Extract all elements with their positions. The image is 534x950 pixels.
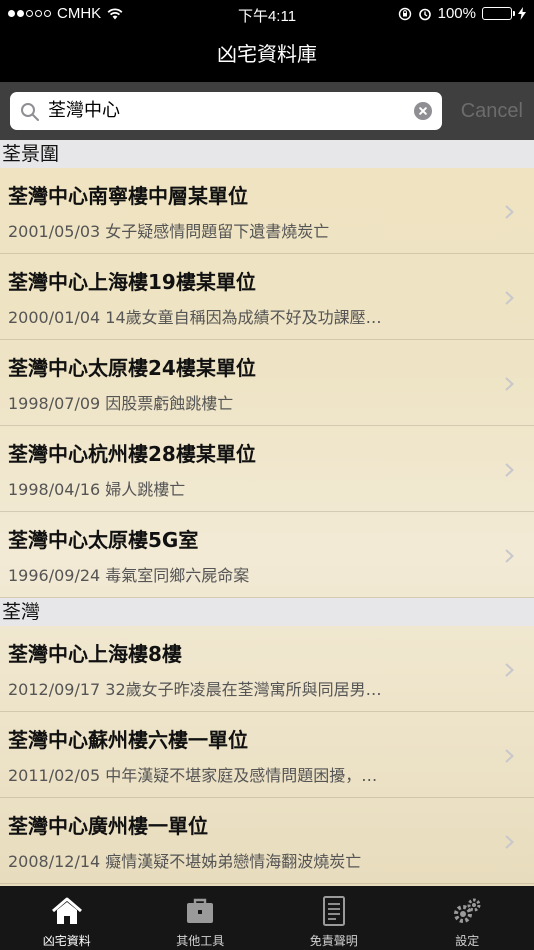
item-title: 荃灣中心上海樓19樓某單位 <box>8 270 256 294</box>
chevron-right-icon <box>505 205 514 219</box>
item-title: 荃灣中心蘇州樓六樓一單位 <box>8 728 248 752</box>
item-subtitle: 2001/05/03 女子疑感情問題留下遺書燒炭亡 <box>8 222 330 241</box>
tab-label: 凶宅資料 <box>42 934 91 948</box>
item-subtitle: 2011/02/05 中年漢疑不堪家庭及感情問題困擾，… <box>8 766 378 785</box>
results-list[interactable]: 荃景圍 荃灣中心南寧樓中層某單位 2001/05/03 女子疑感情問題留下遺書燒… <box>0 140 534 886</box>
charging-icon <box>518 7 526 20</box>
item-subtitle: 1996/09/24 毒氣室同鄉六屍命案 <box>8 566 250 585</box>
item-title: 荃灣中心上海樓8樓 <box>8 642 182 666</box>
gears-icon <box>454 898 481 923</box>
tab-label: 免責聲明 <box>309 934 358 948</box>
list-item[interactable]: 荃灣中心太原樓24樓某單位 1998/07/09 因股票虧蝕跳樓亡 <box>0 340 534 426</box>
alarm-icon <box>418 8 431 20</box>
cancel-button[interactable]: Cancel <box>461 92 523 130</box>
document-icon <box>322 896 345 926</box>
chevron-right-icon <box>505 291 514 305</box>
item-subtitle: 2012/09/17 32歲女子昨凌晨在荃灣寓所與同居男… <box>8 680 382 699</box>
item-subtitle: 2008/12/14 癡情漢疑不堪姊弟戀情海翻波燒炭亡 <box>8 852 362 871</box>
item-title: 荃灣中心廣州樓一單位 <box>8 814 208 838</box>
tab-label: 其他工具 <box>176 934 225 948</box>
item-subtitle: 2000/01/04 14歲女童自稱因為成績不好及功課壓… <box>8 308 382 327</box>
search-input[interactable]: 荃灣中心 <box>10 92 442 130</box>
list-item[interactable]: 荃灣中心南寧樓中層某單位 2001/05/03 女子疑感情問題留下遺書燒炭亡 <box>0 168 534 254</box>
item-title: 荃灣中心杭州樓28樓某單位 <box>8 442 256 466</box>
tab-other-tools[interactable]: 其他工具 <box>134 886 268 950</box>
search-value[interactable]: 荃灣中心 <box>48 92 120 130</box>
list-item[interactable]: 荃灣中心上海樓19樓某單位 2000/01/04 14歲女童自稱因為成績不好及功… <box>0 254 534 340</box>
tab-haunted-data[interactable]: 凶宅資料 <box>0 886 134 950</box>
section-header: 荃灣 <box>0 598 534 626</box>
list-item[interactable]: 荃灣中心廣州樓一單位 2008/12/14 癡情漢疑不堪姊弟戀情海翻波燒炭亡 <box>0 798 534 884</box>
search-icon <box>21 103 39 121</box>
list-item[interactable]: 荃灣中心杭州樓28樓某單位 1998/04/16 婦人跳樓亡 <box>0 426 534 512</box>
item-title: 荃灣中心太原樓24樓某單位 <box>8 356 256 380</box>
briefcase-icon <box>187 898 214 923</box>
chevron-right-icon <box>505 749 514 763</box>
tab-settings[interactable]: 設定 <box>401 886 534 950</box>
home-icon <box>51 897 82 924</box>
chevron-right-icon <box>505 663 514 677</box>
status-bar: CMHK 下午4:11 100% <box>0 0 534 28</box>
item-title: 荃灣中心太原樓5G室 <box>8 528 199 552</box>
item-subtitle: 1998/04/16 婦人跳樓亡 <box>8 480 186 499</box>
nav-title: 凶宅資料庫 <box>0 28 534 82</box>
chevron-right-icon <box>505 549 514 563</box>
tab-disclaimer[interactable]: 免責聲明 <box>267 886 401 950</box>
item-title: 荃灣中心南寧樓中層某單位 <box>8 184 248 208</box>
battery-percent: 100% <box>437 5 476 22</box>
tab-bar: 凶宅資料 其他工具 免責聲明 設定 <box>0 886 534 950</box>
section-header: 荃景圍 <box>0 140 534 168</box>
chevron-right-icon <box>505 835 514 849</box>
chevron-right-icon <box>505 463 514 477</box>
list-item[interactable]: 荃灣中心太原樓5G室 1996/09/24 毒氣室同鄉六屍命案 <box>0 512 534 598</box>
list-item[interactable]: 荃灣中心蘇州樓六樓一單位 2011/02/05 中年漢疑不堪家庭及感情問題困擾，… <box>0 712 534 798</box>
tab-label: 設定 <box>455 934 480 948</box>
chevron-right-icon <box>505 377 514 391</box>
orientation-lock-icon <box>398 7 411 20</box>
battery-icon <box>482 7 515 20</box>
item-subtitle: 1998/07/09 因股票虧蝕跳樓亡 <box>8 394 234 413</box>
status-right: 100% <box>398 5 526 22</box>
clear-icon[interactable] <box>414 102 432 120</box>
list-item[interactable]: 荃灣中心上海樓8樓 2012/09/17 32歲女子昨凌晨在荃灣寓所與同居男… <box>0 626 534 712</box>
search-bar: 荃灣中心 Cancel <box>0 82 534 140</box>
